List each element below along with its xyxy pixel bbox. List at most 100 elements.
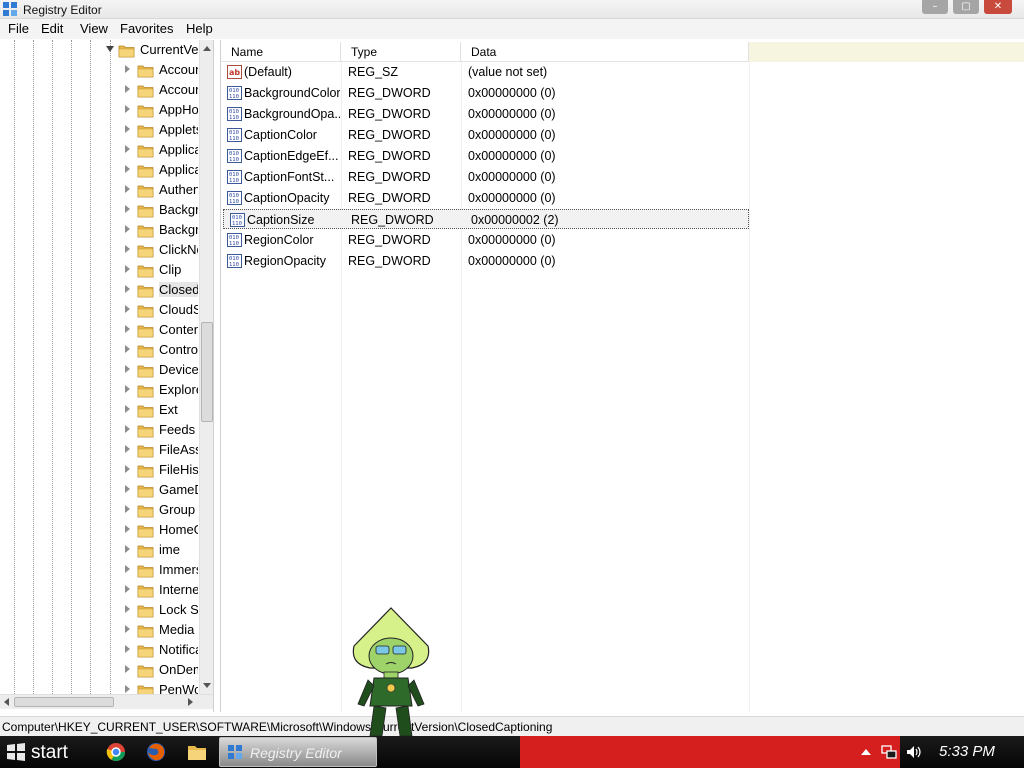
registry-values-pane[interactable]: Name Type Data (Default) REG_SZ (value not… bbox=[220, 40, 1024, 712]
tree-node-feeds[interactable]: Feeds bbox=[0, 420, 200, 440]
maximize-button[interactable]: ▢ bbox=[953, 0, 979, 14]
expand-arrow-icon[interactable] bbox=[125, 445, 130, 453]
taskbar-clock[interactable]: 5:33 PM bbox=[939, 743, 995, 760]
registry-value-row[interactable]: BackgroundOpa... REG_DWORD 0x00000000 (0) bbox=[221, 104, 749, 124]
tree-node-deviceaccess[interactable]: DeviceAccess bbox=[0, 360, 200, 380]
tree-node-group-policy[interactable]: Group Policy bbox=[0, 500, 200, 520]
collapse-arrow-icon[interactable] bbox=[106, 46, 114, 52]
expand-arrow-icon[interactable] bbox=[125, 485, 130, 493]
expand-arrow-icon[interactable] bbox=[125, 305, 130, 313]
tree-node-contentdeliverymanager[interactable]: ContentDeliveryManager bbox=[0, 320, 200, 340]
expand-arrow-icon[interactable] bbox=[125, 425, 130, 433]
tree-node-media-center[interactable]: Media Center bbox=[0, 620, 200, 640]
column-header-name[interactable]: Name bbox=[221, 42, 341, 62]
tree-node-ime[interactable]: ime bbox=[0, 540, 200, 560]
registry-value-row[interactable]: (Default) REG_SZ (value not set) bbox=[221, 62, 749, 82]
expand-arrow-icon[interactable] bbox=[125, 605, 130, 613]
expand-arrow-icon[interactable] bbox=[125, 365, 130, 373]
tree-node-cloudstore[interactable]: CloudStore bbox=[0, 300, 200, 320]
tree-node-lock-screen[interactable]: Lock Screen bbox=[0, 600, 200, 620]
expand-arrow-icon[interactable] bbox=[125, 665, 130, 673]
tree-node-explorer[interactable]: Explorer bbox=[0, 380, 200, 400]
expand-arrow-icon[interactable] bbox=[125, 645, 130, 653]
tree-node-applicationassociationtoasts[interactable]: ApplicationAssociationToasts bbox=[0, 140, 200, 160]
tree-node-accountstate[interactable]: AccountState bbox=[0, 80, 200, 100]
menu-edit[interactable]: Edit bbox=[41, 21, 63, 36]
chrome-icon[interactable] bbox=[106, 742, 126, 762]
show-hidden-icons-arrow[interactable] bbox=[858, 744, 874, 760]
tree-node-accountpicture[interactable]: AccountPicture bbox=[0, 60, 200, 80]
minimize-button[interactable]: – bbox=[922, 0, 948, 14]
expand-arrow-icon[interactable] bbox=[125, 245, 130, 253]
menu-favorites[interactable]: Favorites bbox=[120, 21, 173, 36]
expand-arrow-icon[interactable] bbox=[125, 285, 130, 293]
tree-node-filehistory[interactable]: FileHistory bbox=[0, 460, 200, 480]
tree-node-immersiveshell[interactable]: ImmersiveShell bbox=[0, 560, 200, 580]
taskbar-registry-editor-button[interactable]: Registry Editor bbox=[219, 737, 377, 767]
tree-node-internet-settings[interactable]: Internet Settings bbox=[0, 580, 200, 600]
menu-file[interactable]: File bbox=[8, 21, 29, 36]
registry-value-row[interactable]: RegionOpacity REG_DWORD 0x00000000 (0) bbox=[221, 251, 749, 271]
scroll-up-arrow-icon[interactable] bbox=[203, 46, 211, 51]
tree-node-control-panel[interactable]: Control Panel bbox=[0, 340, 200, 360]
tree-vertical-scrollbar[interactable] bbox=[199, 40, 213, 694]
registry-value-row[interactable]: CaptionEdgeEf... REG_DWORD 0x00000000 (0) bbox=[221, 146, 749, 166]
expand-arrow-icon[interactable] bbox=[125, 125, 130, 133]
registry-tree-pane[interactable]: CurrentVersion AccountPicture AccountStat… bbox=[0, 40, 214, 712]
tree-node-applicationframe[interactable]: ApplicationFrame bbox=[0, 160, 200, 180]
expand-arrow-icon[interactable] bbox=[125, 85, 130, 93]
expand-arrow-icon[interactable] bbox=[125, 525, 130, 533]
menu-help[interactable]: Help bbox=[186, 21, 213, 36]
expand-arrow-icon[interactable] bbox=[125, 225, 130, 233]
tree-node-authentication[interactable]: Authentication bbox=[0, 180, 200, 200]
tree-node-backgroundaccessapplications[interactable]: BackgroundAccessApplications bbox=[0, 200, 200, 220]
tree-node-ext[interactable]: Ext bbox=[0, 400, 200, 420]
expand-arrow-icon[interactable] bbox=[125, 625, 130, 633]
menu-view[interactable]: View bbox=[80, 21, 108, 36]
tree-node-ondemandinterop[interactable]: OnDemandInterop bbox=[0, 660, 200, 680]
expand-arrow-icon[interactable] bbox=[125, 325, 130, 333]
file-explorer-icon[interactable] bbox=[187, 742, 207, 762]
tree-horizontal-scrollbar[interactable] bbox=[0, 694, 213, 709]
registry-value-row[interactable]: CaptionColor REG_DWORD 0x00000000 (0) bbox=[221, 125, 749, 145]
expand-arrow-icon[interactable] bbox=[125, 145, 130, 153]
expand-arrow-icon[interactable] bbox=[125, 465, 130, 473]
firefox-icon[interactable] bbox=[146, 742, 166, 762]
network-icon[interactable] bbox=[881, 744, 897, 760]
tree-node-clicknote[interactable]: ClickNote bbox=[0, 240, 200, 260]
scroll-right-arrow-icon[interactable] bbox=[188, 698, 193, 706]
tree-node-closedcaptioning[interactable]: ClosedCaptioning bbox=[0, 280, 200, 300]
expand-arrow-icon[interactable] bbox=[125, 545, 130, 553]
expand-arrow-icon[interactable] bbox=[125, 565, 130, 573]
registry-value-row[interactable]: CaptionOpacity REG_DWORD 0x00000000 (0) bbox=[221, 188, 749, 208]
tree-node-fileassociations[interactable]: FileAssociations bbox=[0, 440, 200, 460]
tree-node-homegroup[interactable]: HomeGroup bbox=[0, 520, 200, 540]
tree-node-clip[interactable]: Clip bbox=[0, 260, 200, 280]
tree-node-apphost[interactable]: AppHost bbox=[0, 100, 200, 120]
column-header-data[interactable]: Data bbox=[461, 42, 749, 62]
title-bar[interactable]: Registry Editor – ▢ ✕ bbox=[0, 0, 1024, 19]
tree-node-backgroundmodel[interactable]: BackgroundModel bbox=[0, 220, 200, 240]
registry-value-row[interactable]: BackgroundColor REG_DWORD 0x00000000 (0) bbox=[221, 83, 749, 103]
expand-arrow-icon[interactable] bbox=[125, 105, 130, 113]
registry-value-row[interactable]: RegionColor REG_DWORD 0x00000000 (0) bbox=[221, 230, 749, 250]
scrollbar-thumb[interactable] bbox=[201, 322, 213, 422]
close-button[interactable]: ✕ bbox=[984, 0, 1012, 14]
tree-node-applets[interactable]: Applets bbox=[0, 120, 200, 140]
column-header-type[interactable]: Type bbox=[341, 42, 461, 62]
scroll-down-arrow-icon[interactable] bbox=[203, 683, 211, 688]
registry-value-row[interactable]: CaptionFontSt... REG_DWORD 0x00000000 (0) bbox=[221, 167, 749, 187]
start-button[interactable]: start bbox=[0, 738, 88, 766]
expand-arrow-icon[interactable] bbox=[125, 405, 130, 413]
volume-icon[interactable] bbox=[905, 744, 921, 760]
expand-arrow-icon[interactable] bbox=[125, 185, 130, 193]
expand-arrow-icon[interactable] bbox=[125, 385, 130, 393]
scroll-left-arrow-icon[interactable] bbox=[4, 698, 9, 706]
expand-arrow-icon[interactable] bbox=[125, 685, 130, 693]
expand-arrow-icon[interactable] bbox=[125, 265, 130, 273]
tree-node-notifications[interactable]: Notifications bbox=[0, 640, 200, 660]
tree-node-currentversion[interactable]: CurrentVersion bbox=[0, 40, 200, 60]
registry-value-row[interactable]: CaptionSize REG_DWORD 0x00000002 (2) bbox=[223, 209, 749, 229]
expand-arrow-icon[interactable] bbox=[125, 65, 130, 73]
expand-arrow-icon[interactable] bbox=[125, 165, 130, 173]
